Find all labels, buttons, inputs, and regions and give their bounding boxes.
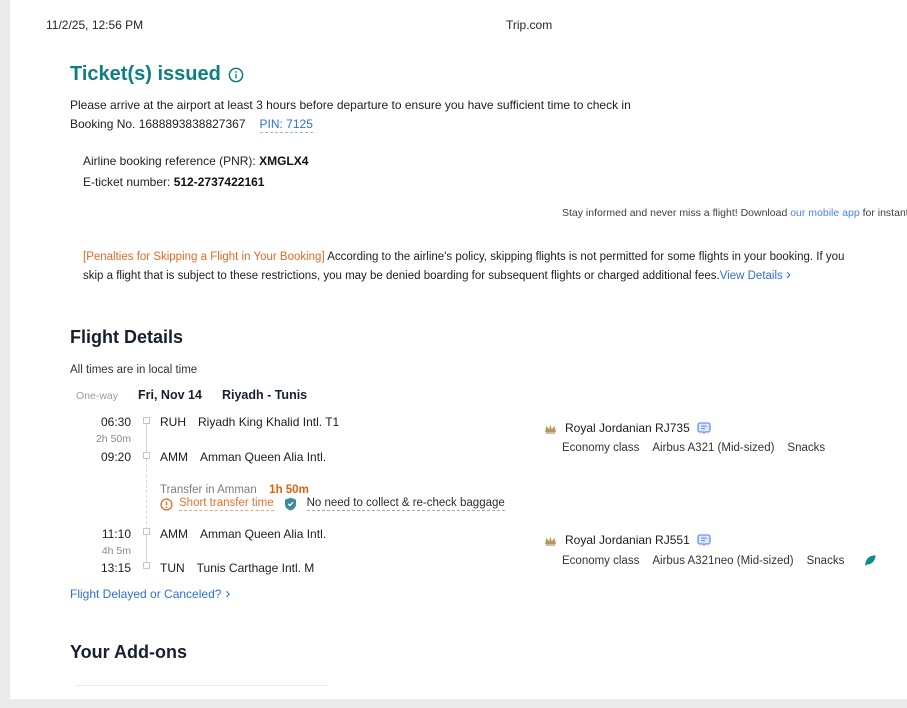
info-icon[interactable] — [228, 67, 244, 83]
seg1-airline-row: Royal Jordanian RJ735 — [543, 421, 711, 435]
seg2-dep-airport-row: AMM Amman Queen Alia Intl. — [160, 527, 326, 541]
promo-prefix: Stay informed and never miss a flight! D… — [562, 207, 790, 219]
print-date: 11/2/25, 12:56 PM — [46, 18, 143, 32]
seg2-dep-code: AMM — [160, 527, 188, 541]
seg2-arr-time: 13:15 — [95, 561, 131, 575]
baggage-shield-icon — [284, 497, 297, 511]
seg2-airline-name: Royal Jordanian RJ551 — [565, 533, 690, 547]
seg1-arr-airport: Amman Queen Alia Intl. — [200, 450, 326, 464]
seg2-arr-airport: Tunis Carthage Intl. M — [197, 561, 315, 575]
seg1-dep-code: RUH — [160, 415, 186, 429]
seg2-dep-time: 11:10 — [95, 527, 131, 541]
flight-details-heading: Flight Details — [70, 327, 183, 348]
transfer-warnings-row: Short transfer time No need to collect &… — [160, 497, 505, 511]
seg2-duration: 4h 5m — [95, 545, 131, 557]
pnr-label: Airline booking reference (PNR): — [83, 154, 259, 168]
seg2-arr-code: TUN — [160, 561, 185, 575]
ticket-status-text: Ticket(s) issued — [70, 63, 221, 86]
seg1-arr-airport-row: AMM Amman Queen Alia Intl. — [160, 450, 326, 464]
transfer-info: Transfer in Amman 1h 50m — [160, 480, 309, 498]
trip-type-label: One-way — [76, 390, 118, 402]
page-edge-left — [0, 0, 10, 708]
flight-delayed-link[interactable]: Flight Delayed or Canceled? › — [70, 586, 230, 601]
flight-delayed-text: Flight Delayed or Canceled? — [70, 587, 221, 601]
promo-suffix: for instant upd — [860, 207, 907, 219]
transfer-label: Transfer in Amman — [160, 484, 257, 496]
pnr-value: XMGLX4 — [259, 154, 308, 168]
journey-route: Riyadh - Tunis — [222, 388, 307, 402]
seg1-dep-airport: Riyadh King Khalid Intl. T1 — [198, 415, 339, 429]
seg2-aircraft: Airbus A321neo (Mid-sized) — [652, 555, 793, 567]
seg1-arr-time: 09:20 — [95, 450, 131, 464]
penalties-notice: [Penalties for Skipping a Flight in Your… — [83, 248, 855, 286]
short-transfer-link[interactable]: Short transfer time — [179, 497, 274, 511]
mobile-app-link[interactable]: our mobile app — [790, 207, 859, 219]
booking-number: Booking No. 1688893838827367 — [70, 117, 246, 131]
eco-leaf-icon — [863, 554, 877, 567]
seg1-aircraft: Airbus A321 (Mid-sized) — [652, 442, 774, 454]
eticket-value: 512-2737422161 — [174, 175, 265, 189]
journey-date: Fri, Nov 14 — [138, 388, 202, 402]
seg1-cabin-row: Economy class Airbus A321 (Mid-sized) Sn… — [562, 442, 825, 454]
timeline-segment2-line — [146, 535, 147, 563]
eticket-label: E-ticket number: — [83, 175, 174, 189]
eticket-line: E-ticket number: 512-2737422161 — [83, 172, 264, 193]
seg2-meal: Snacks — [807, 555, 845, 567]
pnr-line: Airline booking reference (PNR): XMGLX4 — [83, 151, 308, 172]
ticket-status-heading: Ticket(s) issued — [70, 63, 244, 86]
seg2-cabin: Economy class — [562, 555, 639, 567]
site-title: Trip.com — [506, 18, 552, 32]
mobile-app-promo: Stay informed and never miss a flight! D… — [562, 207, 907, 219]
warning-icon — [160, 498, 173, 511]
seg1-screen-icon[interactable] — [697, 422, 711, 435]
seg1-dep-time: 06:30 — [95, 415, 131, 429]
local-time-note: All times are in local time — [70, 364, 197, 376]
seg2-dep-airport: Amman Queen Alia Intl. — [200, 527, 326, 541]
view-details-link[interactable]: View Details › — [720, 270, 791, 282]
addons-card-top-border — [75, 685, 328, 686]
timeline-segment1-line — [146, 424, 147, 453]
royal-jordanian-logo-icon — [543, 534, 558, 546]
timeline-node-dep1 — [143, 417, 150, 424]
print-preview-page: 11/2/25, 12:56 PM Trip.com Ticket(s) iss… — [0, 0, 907, 708]
seg1-duration: 2h 50m — [95, 433, 131, 445]
journey-header: One-way Fri, Nov 14 Riyadh - Tunis — [76, 388, 307, 402]
seg2-cabin-row: Economy class Airbus A321neo (Mid-sized)… — [562, 554, 877, 567]
transfer-duration: 1h 50m — [269, 484, 309, 496]
page-edge-bottom — [0, 699, 907, 708]
seg1-cabin: Economy class — [562, 442, 639, 454]
timeline-node-arr1 — [143, 452, 150, 459]
seg1-arr-code: AMM — [160, 450, 188, 464]
baggage-note-link[interactable]: No need to collect & re-check baggage — [307, 497, 505, 511]
addons-heading: Your Add-ons — [70, 642, 187, 663]
pin-link[interactable]: PIN: 7125 — [260, 117, 313, 133]
seg2-airline-row: Royal Jordanian RJ551 — [543, 533, 711, 547]
timeline-transfer-line — [146, 459, 147, 529]
penalties-tag: [Penalties for Skipping a Flight in Your… — [83, 251, 325, 263]
arrival-note: Please arrive at the airport at least 3 … — [70, 98, 631, 112]
seg1-dep-airport-row: RUH Riyadh King Khalid Intl. T1 — [160, 415, 339, 429]
chevron-right-icon: › — [225, 586, 230, 601]
royal-jordanian-logo-icon — [543, 422, 558, 434]
timeline-node-dep2 — [143, 528, 150, 535]
seg1-airline-name: Royal Jordanian RJ735 — [565, 421, 690, 435]
seg1-meal: Snacks — [787, 442, 825, 454]
seg2-screen-icon[interactable] — [697, 534, 711, 547]
seg2-arr-airport-row: TUN Tunis Carthage Intl. M — [160, 561, 314, 575]
chevron-right-icon: › — [786, 266, 791, 283]
timeline-node-arr2 — [143, 562, 150, 569]
